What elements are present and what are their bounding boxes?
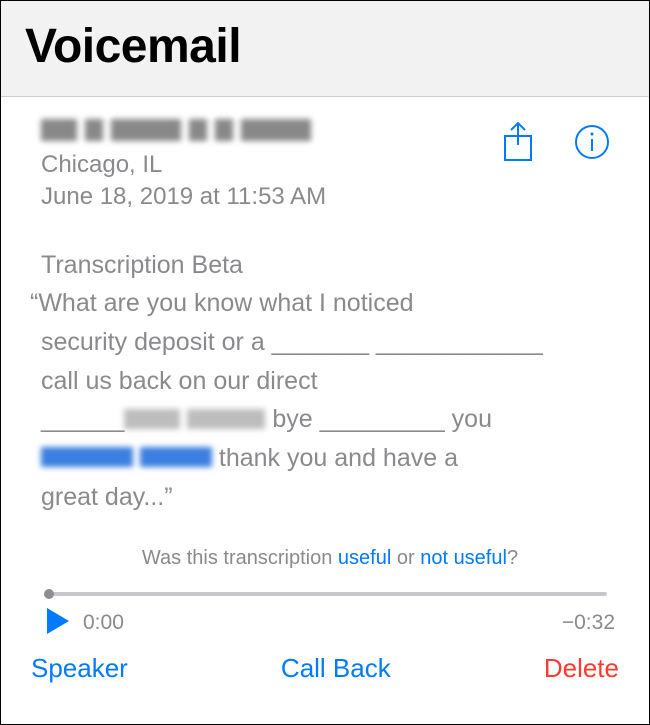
redacted-text bbox=[124, 409, 180, 429]
callback-button[interactable]: Call Back bbox=[281, 653, 391, 684]
caller-name-redacted bbox=[41, 115, 497, 145]
voicemail-detail: Chicago, IL June 18, 2019 at 11:53 AM bbox=[1, 97, 649, 641]
bottom-action-bar: Speaker Call Back Delete bbox=[1, 641, 649, 684]
transcription-line-6: great day...” bbox=[41, 483, 173, 511]
transcription-line-4a: ______ bbox=[41, 405, 124, 433]
play-icon[interactable] bbox=[45, 606, 71, 641]
scrubber-thumb[interactable] bbox=[44, 589, 54, 599]
transcription-feedback: Was this transcription useful or not use… bbox=[41, 547, 619, 570]
caller-row: Chicago, IL June 18, 2019 at 11:53 AM bbox=[41, 115, 619, 211]
feedback-useful-link[interactable]: useful bbox=[338, 547, 391, 569]
transcription-line-5: thank you and have a bbox=[212, 444, 458, 472]
info-icon[interactable] bbox=[571, 121, 613, 163]
share-icon[interactable] bbox=[497, 121, 539, 163]
transcription-text: “What are you know what I noticed securi… bbox=[41, 284, 619, 517]
top-actions bbox=[497, 115, 619, 163]
transcription-line-1: “What are you know what I noticed bbox=[30, 289, 414, 317]
transcription-label: Transcription Beta bbox=[41, 251, 619, 280]
transcription-section: Transcription Beta “What are you know wh… bbox=[41, 251, 619, 517]
caller-datetime: June 18, 2019 at 11:53 AM bbox=[41, 183, 497, 211]
transcription-line-2: security deposit or a _______ __________… bbox=[41, 328, 543, 356]
transcription-line-3: call us back on our direct bbox=[41, 367, 318, 395]
feedback-or: or bbox=[391, 547, 420, 569]
feedback-prefix: Was this transcription bbox=[142, 547, 338, 569]
page-title: Voicemail bbox=[25, 19, 625, 74]
delete-button[interactable]: Delete bbox=[544, 653, 619, 684]
playback-row: 0:00 −0:32 bbox=[45, 606, 615, 641]
feedback-not-useful-link[interactable]: not useful bbox=[420, 547, 507, 569]
playback-remaining-time: −0:32 bbox=[562, 611, 615, 635]
playback-controls: 0:00 −0:32 bbox=[41, 592, 619, 641]
feedback-suffix: ? bbox=[507, 547, 518, 569]
caller-location: Chicago, IL bbox=[41, 151, 497, 179]
redacted-link bbox=[140, 447, 212, 467]
redacted-text bbox=[187, 409, 265, 429]
caller-info: Chicago, IL June 18, 2019 at 11:53 AM bbox=[41, 115, 497, 211]
playback-current-time: 0:00 bbox=[83, 611, 124, 635]
transcription-line-4b: bye _________ you bbox=[265, 405, 492, 433]
playback-scrubber[interactable] bbox=[49, 592, 607, 596]
speaker-button[interactable]: Speaker bbox=[31, 653, 128, 684]
redacted-link bbox=[41, 447, 133, 467]
header: Voicemail bbox=[1, 1, 649, 97]
